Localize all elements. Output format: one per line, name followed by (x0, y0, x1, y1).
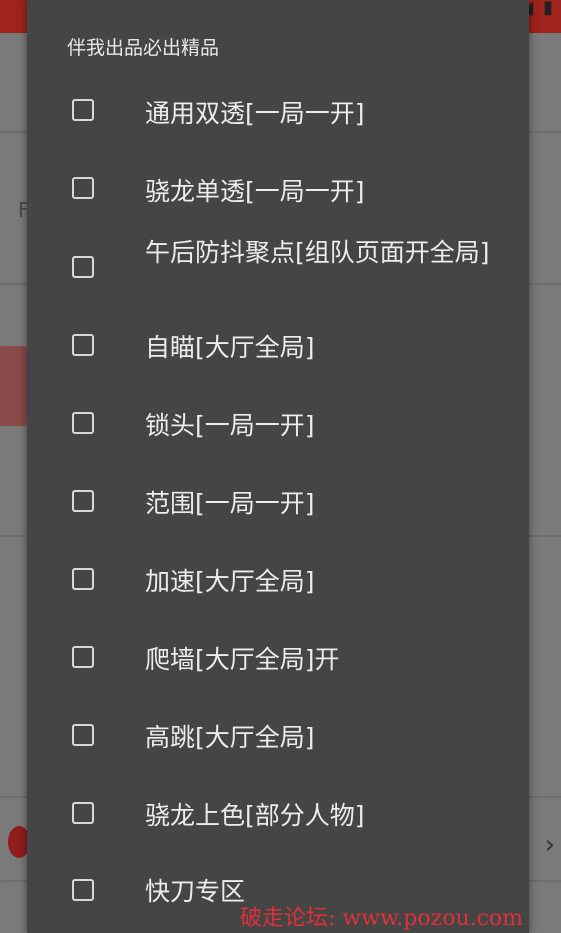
option-label: 骁龙上色[部分人物] (145, 801, 365, 830)
checkbox[interactable] (72, 177, 94, 199)
checkbox[interactable] (72, 568, 94, 590)
option-label: 锁头[一局一开] (145, 411, 315, 440)
checkbox[interactable] (72, 490, 94, 512)
checkbox[interactable] (72, 334, 94, 356)
option-row[interactable]: 范围[一局一开] (27, 469, 529, 539)
option-label: 范围[一局一开] (145, 489, 315, 518)
background-avatar (0, 346, 28, 426)
option-label: 爬墙[大厅全局]开 (145, 645, 340, 674)
option-label: 高跳[大厅全局] (145, 723, 315, 752)
checkbox[interactable] (72, 412, 94, 434)
option-row[interactable]: 加速[大厅全局] (27, 547, 529, 617)
checkbox[interactable] (72, 802, 94, 824)
option-row[interactable]: 高跳[大厅全局] (27, 703, 529, 773)
checkbox[interactable] (72, 724, 94, 746)
checkbox[interactable] (72, 256, 94, 278)
option-row[interactable]: 骁龙单透[一局一开] (27, 156, 529, 226)
option-row[interactable]: 午后防抖聚点[组队页面开全局] (27, 232, 529, 312)
chevron-right-icon: › (544, 830, 555, 860)
checkbox[interactable] (72, 99, 94, 121)
checkbox[interactable] (72, 879, 94, 901)
option-label: 自瞄[大厅全局] (145, 333, 315, 362)
watermark-text: 破走论坛: www.pozou.com (240, 906, 524, 931)
option-row[interactable]: 骁龙上色[部分人物] (27, 781, 529, 851)
option-label: 加速[大厅全局] (145, 567, 315, 596)
option-label: 午后防抖聚点[组队页面开全局] (145, 238, 490, 267)
checkbox[interactable] (72, 646, 94, 668)
dialog-title: 伴我出品必出精品 (67, 37, 220, 59)
option-label: 骁龙单透[一局一开] (145, 177, 365, 206)
option-row[interactable]: 通用双透[一局一开] (27, 78, 529, 148)
option-row[interactable]: 自瞄[大厅全局] (27, 313, 529, 383)
option-dialog: 伴我出品必出精品 通用双透[一局一开] 骁龙单透[一局一开] 午后防抖聚点[组队… (27, 0, 529, 933)
option-row[interactable]: 锁头[一局一开] (27, 391, 529, 461)
option-row[interactable]: 爬墙[大厅全局]开 (27, 625, 529, 695)
option-label: 通用双透[一局一开] (145, 99, 365, 128)
